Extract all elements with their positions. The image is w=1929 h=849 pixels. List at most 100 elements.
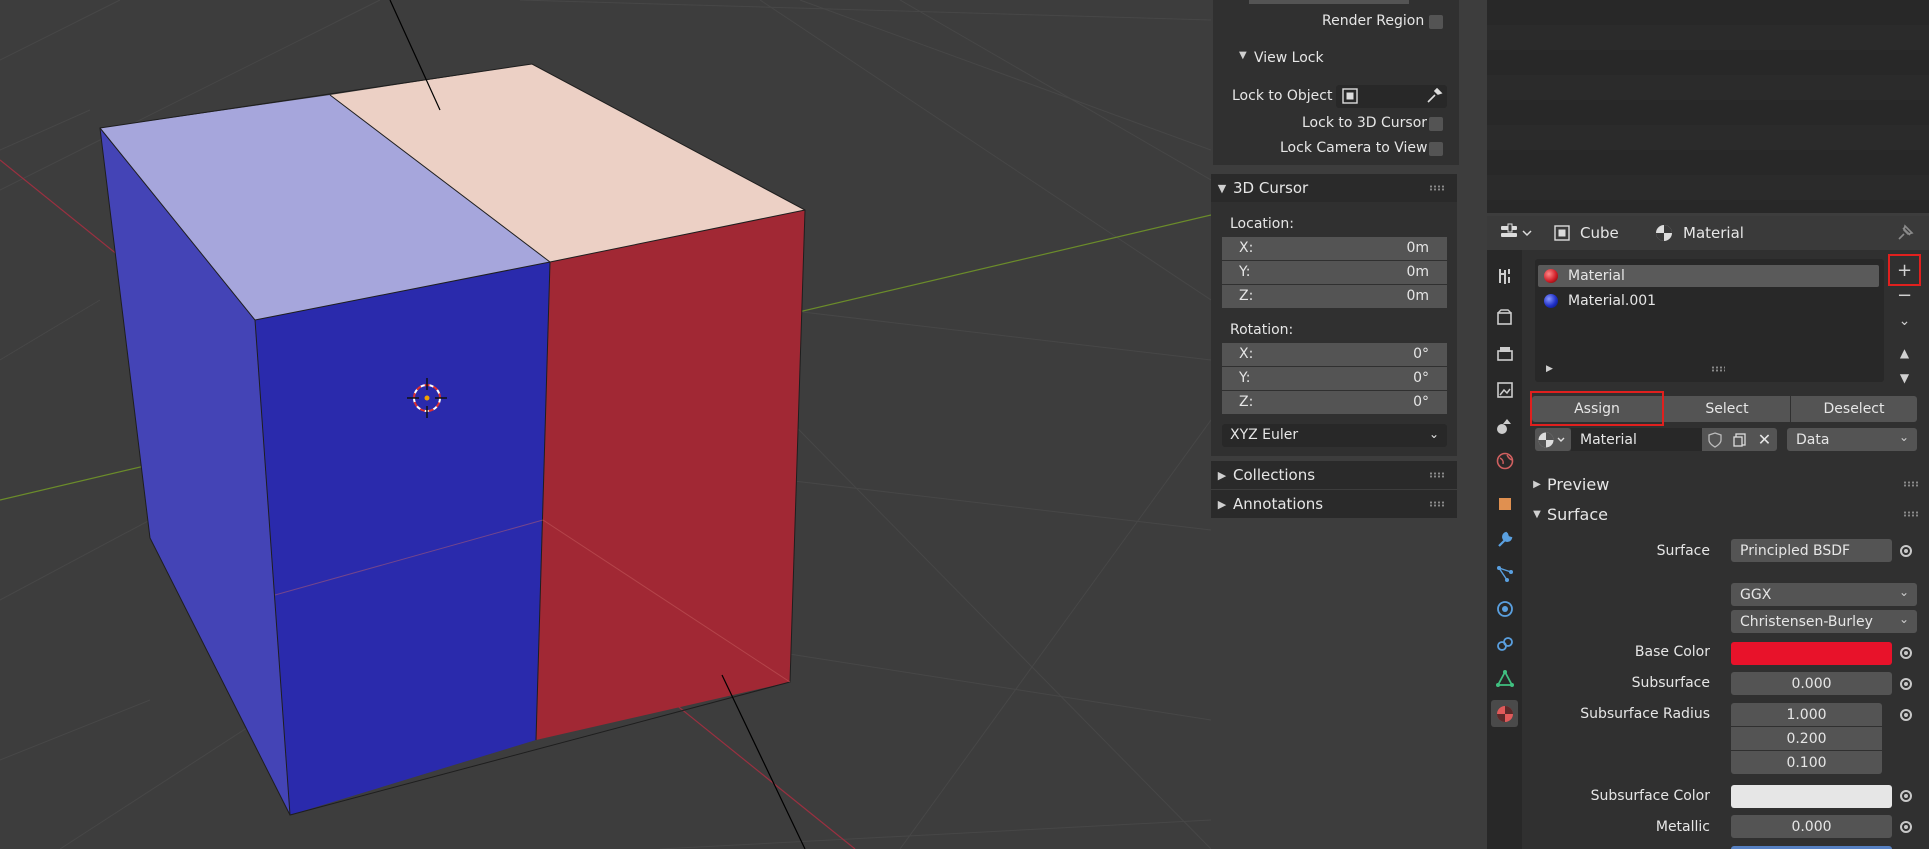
lock-to-3d-cursor-label: Lock to 3D Cursor [1302, 115, 1428, 131]
tab-constraints[interactable] [1491, 630, 1518, 657]
light-line [721, 674, 806, 849]
tab-data[interactable] [1491, 665, 1518, 692]
triangle-down-icon: ▼ [1899, 370, 1910, 385]
tab-object[interactable] [1491, 490, 1518, 517]
render-region-checkbox[interactable] [1429, 15, 1443, 29]
drag-handle-icon [1903, 481, 1919, 487]
metallic-field[interactable]: 0.000 [1731, 815, 1892, 838]
lock-to-3d-cursor-checkbox[interactable] [1429, 117, 1443, 131]
tab-physics[interactable] [1491, 595, 1518, 622]
distribution-dropdown[interactable]: GGX ⌄ [1731, 583, 1917, 606]
surface-shader-field[interactable]: Principled BSDF [1731, 539, 1892, 562]
tab-particles[interactable] [1491, 560, 1518, 587]
socket-dot-icon[interactable] [1900, 821, 1912, 833]
eyedropper-icon[interactable] [1424, 86, 1444, 106]
drag-handle-icon[interactable] [1429, 501, 1445, 507]
location-z-field[interactable]: Z: 0m [1222, 285, 1447, 308]
material-slot-name: Material [1568, 268, 1625, 284]
rotation-z-field[interactable]: Z: 0° [1222, 391, 1447, 414]
socket-dot-icon[interactable] [1900, 790, 1912, 802]
material-browse-icon [1538, 432, 1565, 447]
drag-handle-icon[interactable] [1429, 185, 1445, 191]
cube-front-blue-face [255, 262, 550, 815]
rotation-x-field[interactable]: X: 0° [1222, 343, 1447, 366]
material-slot-item[interactable]: Material [1538, 265, 1879, 287]
location-y-field[interactable]: Y: 0m [1222, 261, 1447, 284]
list-resize-grip-icon[interactable] [1711, 366, 1725, 372]
subsurface-method-dropdown[interactable]: Christensen-Burley ⌄ [1731, 610, 1917, 633]
tab-material[interactable] [1491, 700, 1518, 727]
preview-panel-header[interactable]: ▶ Preview [1522, 471, 1929, 497]
view-layer-icon [1496, 381, 1513, 398]
mesh-data-icon [1495, 669, 1514, 687]
subsurface-color-swatch[interactable] [1731, 785, 1892, 808]
select-button[interactable]: Select [1664, 396, 1790, 422]
new-material-button[interactable] [1727, 428, 1752, 451]
world-icon [1496, 452, 1513, 469]
material-slot-item[interactable]: Material.001 [1538, 290, 1879, 312]
move-slot-down-button[interactable]: ▼ [1891, 366, 1918, 389]
collections-expand-icon: ▶ [1217, 468, 1227, 482]
subsurface-field[interactable]: 0.000 [1731, 672, 1892, 695]
material-slot-name: Material.001 [1568, 293, 1657, 309]
tab-view-layer[interactable] [1491, 376, 1518, 403]
list-filter-expand-icon[interactable]: ▶ [1546, 364, 1553, 374]
tab-render[interactable] [1491, 304, 1518, 331]
location-x-field[interactable]: X: 0m [1222, 237, 1447, 260]
3d-cursor-panel-header[interactable]: ▼ 3D Cursor [1211, 174, 1457, 202]
tab-modifiers[interactable] [1491, 525, 1518, 552]
metallic-label: Metallic [1655, 819, 1710, 835]
physics-icon [1496, 600, 1513, 617]
viewport-canvas[interactable] [0, 0, 1211, 849]
socket-dot-icon[interactable] [1900, 678, 1912, 690]
subsurface-radius-z-field[interactable]: 0.100 [1731, 751, 1882, 774]
3d-viewport[interactable] [0, 0, 1211, 849]
move-slot-up-button[interactable]: ▲ [1891, 341, 1918, 364]
material-icon [1656, 225, 1672, 241]
rotation-y-field[interactable]: Y: 0° [1222, 367, 1447, 390]
drag-handle-icon[interactable] [1429, 472, 1445, 478]
clip-end-field[interactable] [1249, 0, 1409, 4]
view-lock-expand-icon[interactable]: ▼ [1239, 50, 1247, 61]
material-name-field[interactable]: Material [1571, 428, 1702, 451]
collections-title: Collections [1233, 466, 1316, 484]
3d-cursor-title: 3D Cursor [1233, 179, 1309, 197]
view-lock-title[interactable]: View Lock [1254, 50, 1324, 66]
minus-icon: − [1896, 285, 1913, 306]
tool-icon [1498, 268, 1510, 284]
tab-tool[interactable] [1491, 262, 1518, 289]
annotations-panel-header[interactable]: ▶ Annotations [1211, 490, 1457, 518]
shield-icon [1707, 431, 1722, 448]
render-icon [1496, 308, 1512, 325]
surface-panel-header[interactable]: ▼ Surface [1522, 501, 1929, 527]
lock-to-object-field[interactable] [1336, 85, 1447, 108]
tab-scene[interactable] [1491, 412, 1518, 439]
slot-specials-button[interactable]: ⌄ [1891, 309, 1918, 332]
deselect-button[interactable]: Deselect [1791, 396, 1917, 422]
socket-dot-icon[interactable] [1900, 709, 1912, 721]
chevron-down-icon: ⌄ [1898, 430, 1909, 444]
pin-icon[interactable] [1896, 224, 1914, 242]
tab-output[interactable] [1491, 340, 1518, 367]
subsurface-radius-y-field[interactable]: 0.200 [1731, 727, 1882, 750]
editor-type-button[interactable] [1499, 222, 1535, 244]
remove-material-slot-button[interactable]: − [1891, 284, 1918, 307]
duplicate-icon [1732, 432, 1746, 447]
base-color-swatch[interactable] [1731, 642, 1892, 665]
collections-panel-header[interactable]: ▶ Collections [1211, 461, 1457, 489]
subsurface-radius-label: Subsurface Radius [1580, 706, 1710, 722]
lock-camera-to-view-checkbox[interactable] [1429, 142, 1443, 156]
tab-world[interactable] [1491, 447, 1518, 474]
unlink-material-button[interactable]: ✕ [1752, 428, 1777, 451]
outliner-area[interactable] [1487, 0, 1929, 213]
socket-dot-icon[interactable] [1900, 647, 1912, 659]
browse-material-button[interactable] [1535, 428, 1571, 451]
link-mode-dropdown[interactable]: Data ⌄ [1787, 428, 1917, 451]
properties-editor-icon [1501, 223, 1532, 237]
subsurface-color-label: Subsurface Color [1590, 788, 1710, 804]
subsurface-radius-x-field[interactable]: 1.000 [1731, 703, 1882, 726]
socket-dot-icon[interactable] [1900, 545, 1912, 557]
chevron-down-icon: ⌄ [1898, 612, 1909, 626]
rotation-mode-dropdown[interactable]: XYZ Euler ⌄ [1222, 424, 1447, 447]
fake-user-button[interactable] [1702, 428, 1727, 451]
